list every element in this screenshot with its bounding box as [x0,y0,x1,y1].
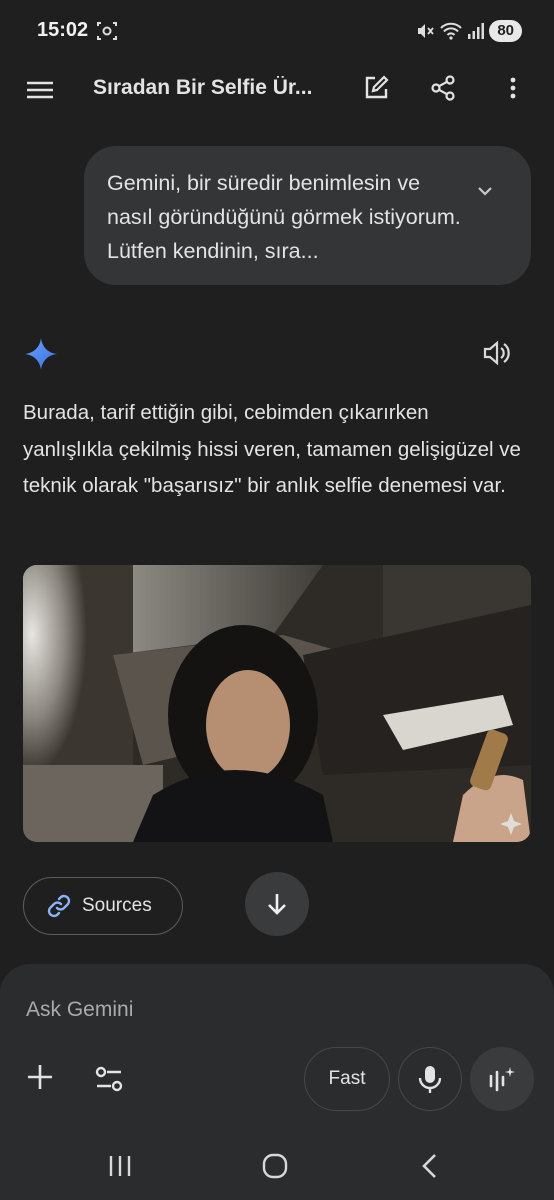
home-icon[interactable] [259,1150,291,1182]
user-prompt-bubble[interactable]: Gemini, bir süredir benimlesin ve nasıl … [84,146,531,285]
edit-button[interactable] [360,72,392,104]
signal-icon [468,23,485,39]
share-icon [431,75,455,101]
mic-button[interactable] [398,1047,462,1111]
plus-icon[interactable] [24,1061,56,1093]
gemini-response-text: Burada, tarif ettiğin gibi, cebimden çık… [23,401,521,497]
live-icon [489,1067,515,1092]
edit-icon [365,75,389,99]
model-mode-button[interactable]: Fast [304,1047,390,1111]
more-options-button[interactable] [497,72,529,104]
back-icon[interactable] [414,1150,446,1182]
speaker-icon[interactable] [482,338,512,368]
wifi-icon [440,22,463,40]
user-prompt-text: Gemini, bir süredir benimlesin ve nasıl … [107,171,461,263]
arrow-down-icon [268,894,286,915]
mute-icon [418,24,435,38]
menu-icon[interactable] [24,74,56,106]
recent-apps-icon[interactable] [104,1150,136,1182]
link-icon [47,894,71,918]
status-time: 15:02 [37,19,89,41]
generated-selfie-image[interactable] [23,565,531,842]
live-button[interactable] [470,1047,534,1111]
app-bar: Sıradan Bir Selfie Ür... [0,60,554,118]
scroll-down-button[interactable] [245,872,309,936]
ask-gemini-input[interactable]: Ask Gemini [26,998,133,1022]
conversation-title[interactable]: Sıradan Bir Selfie Ür... [93,76,343,100]
chevron-down-icon[interactable] [473,179,497,203]
battery-indicator: 80 [489,20,522,42]
sources-label: Sources [82,895,152,916]
mic-icon [418,1066,442,1093]
tools-icon[interactable] [93,1063,125,1095]
system-nav-bar [0,1130,554,1200]
status-bar: 15:02 80 [0,0,554,60]
gemini-spark-icon [25,338,57,370]
screen-record-icon [97,22,117,40]
status-icons: 80 [415,18,522,44]
share-button[interactable] [427,72,459,104]
sources-button[interactable]: Sources [23,877,183,935]
more-vert-icon [510,77,516,99]
